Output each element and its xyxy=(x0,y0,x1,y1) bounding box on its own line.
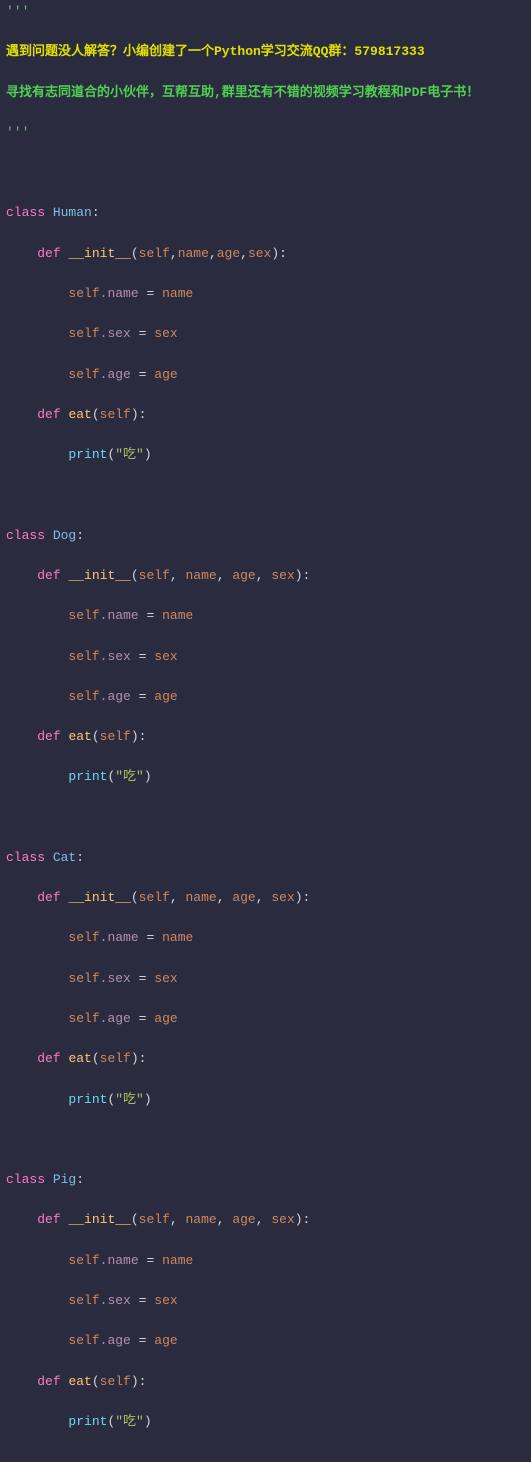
class-decl-pig: class Pig: xyxy=(6,1170,525,1190)
def-init: def __init__(self, name, age, sex): xyxy=(6,566,525,586)
assign-age: self.age = age xyxy=(6,687,525,707)
print-eat: print("吃") xyxy=(6,445,525,465)
def-init: def __init__(self,name,age,sex): xyxy=(6,244,525,264)
docstring-open: ''' xyxy=(6,2,525,22)
assign-age: self.age = age xyxy=(6,365,525,385)
banner-line-2: 寻找有志同道合的小伙伴，互帮互助,群里还有不错的视频学习教程和PDF电子书！ xyxy=(6,83,525,103)
assign-name: self.name = name xyxy=(6,606,525,626)
def-eat: def eat(self): xyxy=(6,405,525,425)
assign-sex: self.sex = sex xyxy=(6,969,525,989)
assign-name: self.name = name xyxy=(6,1251,525,1271)
print-eat: print("吃") xyxy=(6,1090,525,1110)
print-eat: print("吃") xyxy=(6,767,525,787)
blank-line xyxy=(6,485,525,505)
blank-line xyxy=(6,1130,525,1150)
def-eat: def eat(self): xyxy=(6,1049,525,1069)
assign-sex: self.sex = sex xyxy=(6,1291,525,1311)
assign-age: self.age = age xyxy=(6,1331,525,1351)
def-init: def __init__(self, name, age, sex): xyxy=(6,1210,525,1230)
code-block: ''' 遇到问题没人解答？小编创建了一个Python学习交流QQ群：579817… xyxy=(6,2,525,1452)
print-eat: print("吃") xyxy=(6,1412,525,1432)
assign-age: self.age = age xyxy=(6,1009,525,1029)
def-init: def __init__(self, name, age, sex): xyxy=(6,888,525,908)
def-eat: def eat(self): xyxy=(6,727,525,747)
assign-sex: self.sex = sex xyxy=(6,647,525,667)
docstring-close: ''' xyxy=(6,123,525,143)
blank-line xyxy=(6,163,525,183)
blank-line xyxy=(6,808,525,828)
assign-sex: self.sex = sex xyxy=(6,324,525,344)
assign-name: self.name = name xyxy=(6,928,525,948)
def-eat: def eat(self): xyxy=(6,1372,525,1392)
class-decl-dog: class Dog: xyxy=(6,526,525,546)
class-decl-cat: class Cat: xyxy=(6,848,525,868)
assign-name: self.name = name xyxy=(6,284,525,304)
class-decl-human: class Human: xyxy=(6,203,525,223)
banner-line-1: 遇到问题没人解答？小编创建了一个Python学习交流QQ群：579817333 xyxy=(6,42,525,62)
